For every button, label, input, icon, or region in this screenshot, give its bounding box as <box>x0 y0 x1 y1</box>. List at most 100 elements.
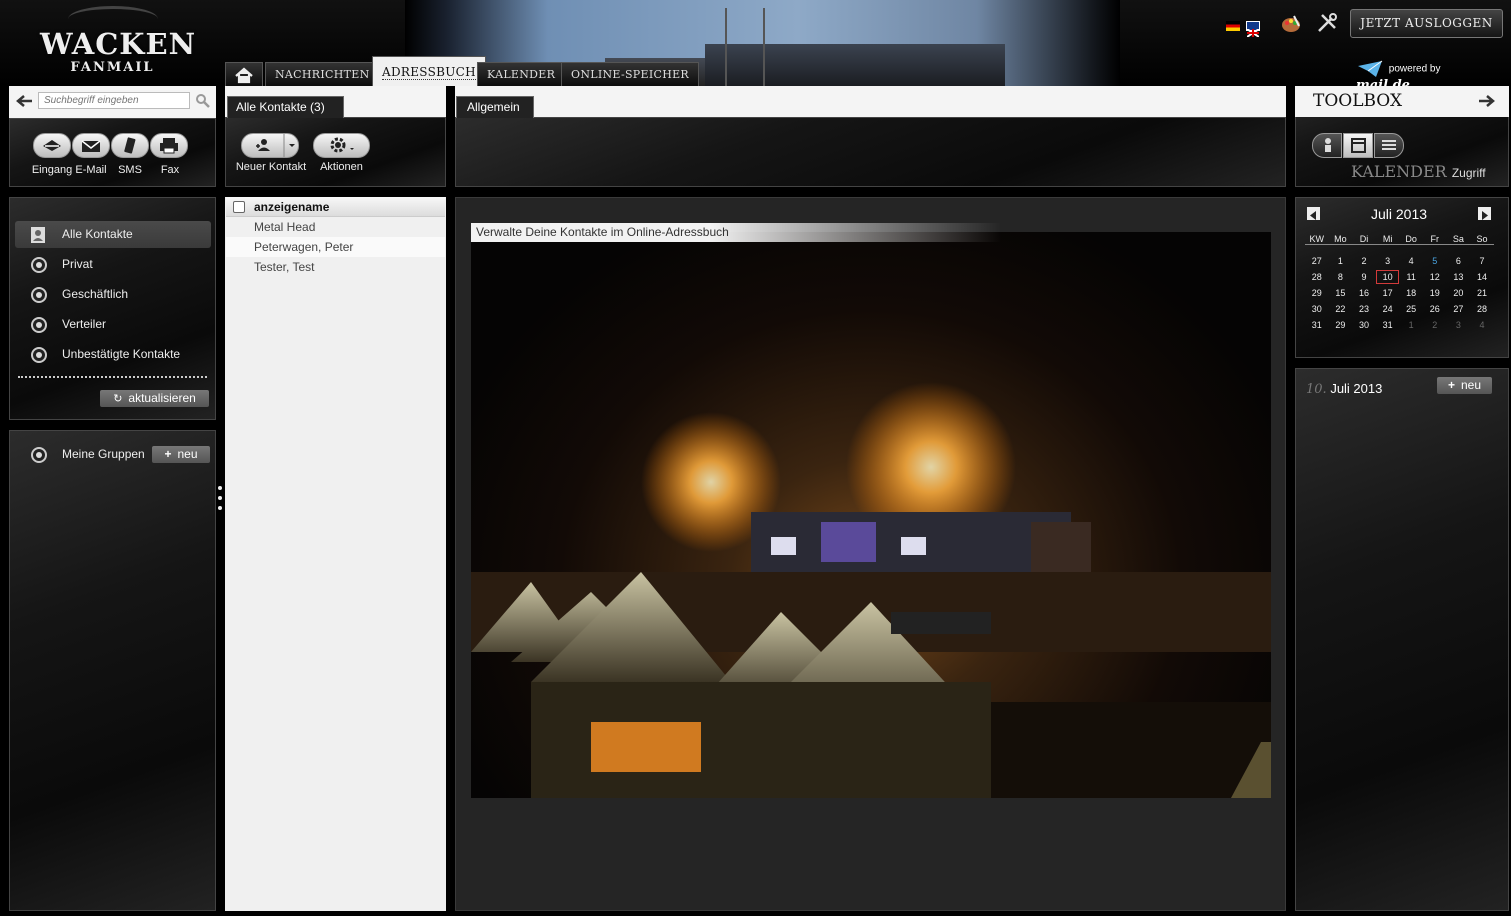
tab-all-contacts[interactable]: Alle Kontakte (3) <box>227 96 344 118</box>
tab-kalender[interactable]: KALENDER <box>477 62 566 86</box>
calendar-day[interactable]: 30 <box>1352 318 1376 332</box>
printer-icon <box>160 138 178 154</box>
column-header-displayname[interactable]: anzeigename <box>226 197 445 217</box>
fax-button[interactable] <box>150 133 188 158</box>
refresh-button[interactable]: ↻ aktualisieren <box>100 390 209 407</box>
calendar-day[interactable]: 21 <box>1470 286 1494 300</box>
calendar-day[interactable]: 15 <box>1329 286 1353 300</box>
calendar-day[interactable]: 4 <box>1470 318 1494 332</box>
next-month-button[interactable] <box>1478 207 1491 220</box>
detail-toolbar <box>455 117 1286 187</box>
nav-item-distribution-lists[interactable]: Verteiler <box>15 311 211 338</box>
calendar-day[interactable]: 19 <box>1423 286 1447 300</box>
resize-handle[interactable] <box>218 486 222 514</box>
new-contact-label: Neuer Kontakt <box>235 161 307 173</box>
calendar-events-panel <box>1295 368 1509 911</box>
calendar-day[interactable]: 18 <box>1399 286 1423 300</box>
calendar-day[interactable]: 5 <box>1423 254 1447 268</box>
radio-icon <box>31 257 47 273</box>
calendar-day[interactable]: 1 <box>1329 254 1353 268</box>
logout-button[interactable]: JETZT AUSLOGGEN <box>1350 9 1503 38</box>
calendar-day[interactable]: 3 <box>1447 318 1471 332</box>
calendar-day[interactable]: 1 <box>1399 318 1423 332</box>
calendar-day[interactable]: 8 <box>1329 270 1353 284</box>
inbox-icon <box>43 140 61 151</box>
calendar-day[interactable]: 25 <box>1399 302 1423 316</box>
calendar-day[interactable]: 13 <box>1447 270 1471 284</box>
new-event-button[interactable]: + neu <box>1437 377 1492 394</box>
calendar-day[interactable]: 2 <box>1423 318 1447 332</box>
plus-icon: + <box>1447 378 1455 392</box>
inbox-button[interactable] <box>33 133 71 158</box>
nav-item-unconfirmed[interactable]: Unbestätigte Kontakte <box>15 341 211 368</box>
calendar-day[interactable]: 26 <box>1423 302 1447 316</box>
german-flag-icon[interactable] <box>1226 21 1240 31</box>
calendar-weekday-header: Di <box>1359 234 1369 244</box>
calendar-day[interactable]: 7 <box>1470 254 1494 268</box>
calendar-day[interactable]: 3 <box>1376 254 1400 268</box>
my-groups-label: Meine Gruppen <box>62 447 145 461</box>
calendar-day[interactable]: 14 <box>1470 270 1494 284</box>
nav-item-label: Privat <box>62 257 93 271</box>
nav-item-private[interactable]: Privat <box>15 251 211 278</box>
calendar-day[interactable]: 24 <box>1376 302 1400 316</box>
calendar-day[interactable]: 22 <box>1329 302 1353 316</box>
calendar-day[interactable]: 16 <box>1352 286 1376 300</box>
actions-button[interactable] <box>313 133 370 158</box>
table-row[interactable]: Peterwagen, Peter <box>226 237 445 257</box>
arrow-right-icon[interactable] <box>1477 93 1497 109</box>
palette-icon[interactable] <box>1280 14 1302 34</box>
calendar-day[interactable]: 10 <box>1375 270 1400 284</box>
tab-general[interactable]: Allgemein <box>456 96 534 118</box>
toolbox-mode-label: KALENDER Zugriff <box>1351 162 1486 181</box>
calendar-day[interactable]: 31 <box>1376 318 1400 332</box>
search-input[interactable] <box>38 92 190 109</box>
uk-flag-icon[interactable] <box>1246 21 1260 38</box>
tab-nachrichten[interactable]: NACHRICHTEN <box>265 62 380 86</box>
tab-online-speicher[interactable]: ONLINE-SPEICHER <box>561 62 700 86</box>
calendar-day[interactable]: 28 <box>1470 302 1494 316</box>
calendar-day[interactable]: 9 <box>1352 270 1376 284</box>
table-row[interactable]: Metal Head <box>226 217 445 237</box>
calendar-day[interactable]: 27 <box>1447 302 1471 316</box>
tab-adressbuch[interactable]: ADRESSBUCH <box>372 56 486 86</box>
select-all-checkbox[interactable] <box>233 201 245 213</box>
calendar-day[interactable]: 4 <box>1399 254 1423 268</box>
calendar-day[interactable]: 11 <box>1399 270 1423 284</box>
tools-icon[interactable] <box>1316 12 1338 34</box>
toolbox-contacts-button[interactable] <box>1312 133 1342 158</box>
nav-item-all-contacts[interactable]: Alle Kontakte <box>15 221 211 248</box>
events-day: 10. <box>1306 382 1327 397</box>
bull-skull-icon <box>68 6 158 32</box>
new-event-label: neu <box>1460 378 1482 392</box>
back-arrow-icon[interactable] <box>15 93 33 109</box>
prev-month-button[interactable] <box>1307 207 1320 220</box>
logo-subtitle: FANMAIL <box>70 60 155 75</box>
calendar-icon <box>1351 138 1366 153</box>
calendar-day[interactable]: 2 <box>1352 254 1376 268</box>
tab-home[interactable] <box>225 62 263 86</box>
table-row[interactable]: Tester, Test <box>226 257 445 277</box>
new-group-button[interactable]: + neu <box>152 446 210 463</box>
powered-by-label: powered by <box>1388 63 1441 75</box>
calendar-day[interactable]: 6 <box>1447 254 1471 268</box>
calendar-day[interactable]: 12 <box>1423 270 1447 284</box>
calendar-day[interactable]: 17 <box>1376 286 1400 300</box>
calendar-day[interactable]: 20 <box>1447 286 1471 300</box>
nav-item-label: Alle Kontakte <box>62 227 133 241</box>
toolbox-calendar-button[interactable] <box>1343 133 1373 158</box>
calendar-day[interactable]: 29 <box>1329 318 1353 332</box>
sms-button[interactable] <box>111 133 149 158</box>
search-icon[interactable] <box>195 93 211 109</box>
nav-item-business[interactable]: Geschäftlich <box>15 281 211 308</box>
nav-item-my-groups[interactable]: Meine Gruppen <box>15 441 155 468</box>
divider <box>18 376 207 378</box>
photo-caption: Verwalte Deine Kontakte im Online-Adress… <box>471 223 1001 242</box>
wacken-fanmail-logo[interactable]: WACKEN FANMAIL <box>40 4 195 78</box>
toolbox-list-button[interactable] <box>1374 133 1404 158</box>
powered-by-mail-de[interactable]: powered by mail.de <box>1356 60 1496 93</box>
new-contact-button[interactable] <box>241 133 299 158</box>
calendar-day[interactable]: 23 <box>1352 302 1376 316</box>
detail-tabbar <box>455 86 1286 117</box>
email-button[interactable] <box>72 133 110 158</box>
